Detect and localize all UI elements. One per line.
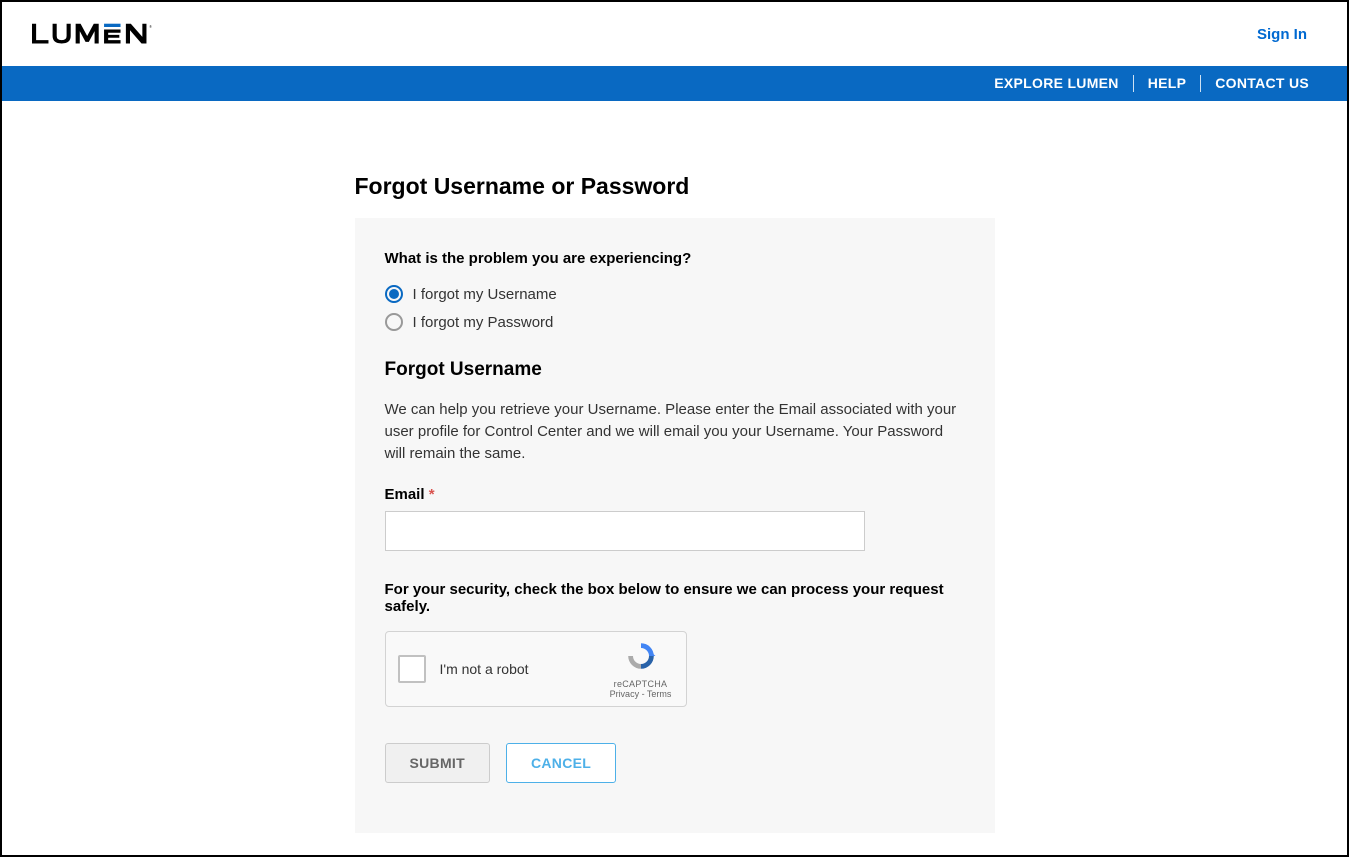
recaptcha-label: I'm not a robot xyxy=(440,661,608,677)
radio-label-password: I forgot my Password xyxy=(413,314,554,331)
recaptcha-links: Privacy - Terms xyxy=(608,689,674,699)
form-card: What is the problem you are experiencing… xyxy=(355,218,995,833)
signin-link[interactable]: Sign In xyxy=(1257,26,1317,43)
nav-contact-us[interactable]: CONTACT US xyxy=(1201,75,1323,92)
cancel-button[interactable]: CANCEL xyxy=(506,743,616,783)
svg-text:®: ® xyxy=(149,25,152,29)
header-top: ® Sign In xyxy=(2,2,1347,66)
recaptcha-branding: reCAPTCHA Privacy - Terms xyxy=(608,640,674,699)
security-text: For your security, check the box below t… xyxy=(385,581,965,615)
question-label: What is the problem you are experiencing… xyxy=(385,250,965,267)
page-title: Forgot Username or Password xyxy=(355,173,995,200)
nav-bar: EXPLORE LUMEN HELP CONTACT US xyxy=(2,66,1347,101)
help-text: We can help you retrieve your Username. … xyxy=(385,399,965,464)
email-label: Email * xyxy=(385,486,965,503)
section-title: Forgot Username xyxy=(385,359,965,381)
nav-explore-lumen[interactable]: EXPLORE LUMEN xyxy=(980,75,1133,92)
radio-icon xyxy=(385,285,403,303)
radio-icon xyxy=(385,313,403,331)
button-row: SUBMIT CANCEL xyxy=(385,743,965,783)
content-wrapper: Forgot Username or Password What is the … xyxy=(355,173,995,833)
nav-help[interactable]: HELP xyxy=(1134,75,1202,92)
lumen-logo[interactable]: ® xyxy=(32,23,172,45)
recaptcha-brand-text: reCAPTCHA xyxy=(608,679,674,689)
radio-forgot-username[interactable]: I forgot my Username xyxy=(385,285,965,303)
radio-forgot-password[interactable]: I forgot my Password xyxy=(385,313,965,331)
email-input[interactable] xyxy=(385,511,865,551)
recaptcha-logo-icon xyxy=(625,640,657,672)
main-container: Forgot Username or Password What is the … xyxy=(2,101,1347,833)
radio-label-username: I forgot my Username xyxy=(413,286,557,303)
recaptcha-privacy-link[interactable]: Privacy xyxy=(610,689,640,699)
recaptcha-terms-link[interactable]: Terms xyxy=(647,689,672,699)
recaptcha-widget: I'm not a robot reCAPTCHA Privacy - Term… xyxy=(385,631,687,707)
radio-group: I forgot my Username I forgot my Passwor… xyxy=(385,285,965,331)
required-indicator: * xyxy=(429,486,435,503)
recaptcha-checkbox[interactable] xyxy=(398,655,426,683)
submit-button[interactable]: SUBMIT xyxy=(385,743,490,783)
